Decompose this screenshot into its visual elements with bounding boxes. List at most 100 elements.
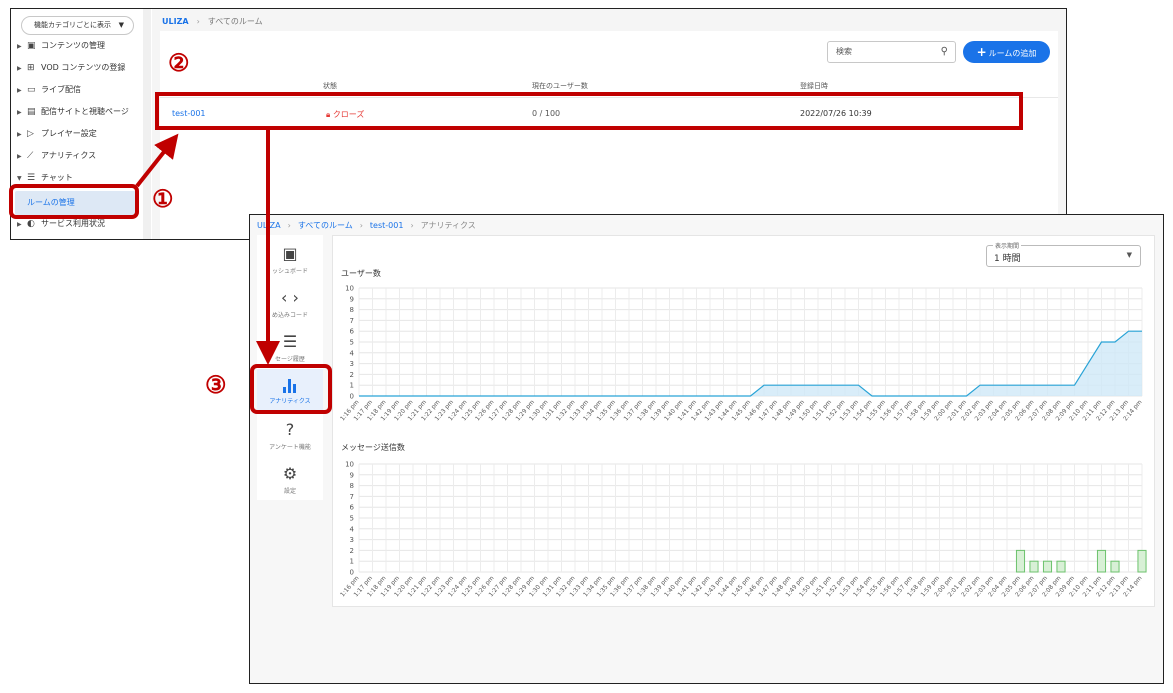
y-tick-label: 10 [345, 461, 354, 469]
message-bar [1029, 560, 1039, 573]
message-bar [1096, 549, 1107, 573]
sidebar-item-sites[interactable]: ▶ ▤ 配信サイトと視聴ページ [17, 103, 141, 121]
breadcrumb-current: アナリティクス [420, 221, 476, 230]
registered-date: 2022/07/26 10:39 [800, 109, 872, 118]
room-name-link[interactable]: test-001 [172, 109, 206, 118]
y-tick-label: 6 [350, 504, 355, 512]
y-tick-label: 2 [350, 371, 354, 379]
current-users: 0 / 100 [532, 109, 561, 118]
room-nav-label: ッシュボード [271, 268, 308, 275]
chevron-right-icon: › [359, 221, 363, 230]
expand-icon: ▶ [17, 43, 22, 50]
status-text: クローズ [332, 110, 365, 119]
expand-icon: ▶ [17, 131, 22, 138]
gear-icon: ⚙ [282, 464, 298, 483]
charts-svg: 0123456789101:16 pm1:17 pm1:18 pm1:19 pm… [339, 285, 1147, 598]
player-icon: ▷ [27, 129, 34, 139]
room-nav-messages[interactable]: ☰ セージ履歴 [257, 327, 323, 371]
y-tick-label: 1 [350, 558, 354, 566]
vod-icon: ⊞ [27, 63, 35, 73]
analytics-icon: ⟋ [27, 151, 34, 161]
sidebar-item-analytics[interactable]: ▶ ⟋ アナリティクス [17, 147, 141, 165]
sidebar-item-content[interactable]: ▶ ▣ コンテンツの管理 [17, 37, 141, 55]
sidebar-scrollbar[interactable] [143, 9, 151, 239]
message-bar [1137, 549, 1147, 573]
sidebar-item-room-management[interactable]: ルームの管理 [15, 191, 139, 215]
add-room-label: ルームの追加 [988, 49, 1037, 58]
sidebar-item-usage[interactable]: ▶ ◐ サービス利用状況 [17, 215, 141, 233]
expand-icon: ▶ [17, 221, 22, 228]
y-tick-label: 4 [350, 525, 355, 533]
y-tick-label: 7 [350, 317, 354, 325]
sidebar-item-label: コンテンツの管理 [41, 41, 105, 50]
message-bar [1056, 560, 1066, 573]
sidebar-item-chat[interactable]: ▼ ☰ チャット [17, 169, 141, 187]
y-tick-label: 4 [350, 349, 355, 357]
breadcrumb: ULIZA › すべてのルーム [162, 16, 263, 27]
sidebar-item-label: プレイヤー設定 [41, 129, 97, 138]
y-tick-label: 10 [345, 285, 354, 293]
room-nav-label: 設定 [283, 488, 296, 495]
y-tick-label: 9 [350, 295, 354, 303]
room-sidebar: ▣ ッシュボード ‹ › め込みコード ☰ セージ履歴 アナリティクス ? アン… [257, 235, 323, 500]
room-nav-label: アンケート機能 [269, 444, 311, 451]
main-sidebar: 機能カテゴリごとに表示 ▼ ▶ ▣ コンテンツの管理 ▶ ⊞ VOD コンテンツの登録 … [11, 9, 151, 239]
message-icon: ☰ [282, 332, 298, 351]
breadcrumb-root[interactable]: ULIZA [162, 17, 189, 26]
room-nav-settings[interactable]: ⚙ 設定 [257, 459, 323, 503]
expand-icon: ▶ [17, 87, 22, 94]
chevron-right-icon: › [410, 221, 414, 230]
y-tick-label: 6 [350, 328, 355, 336]
y-tick-label: 8 [350, 306, 354, 314]
sidebar-item-label: 配信サイトと視聴ページ [41, 107, 129, 116]
message-bar [1042, 560, 1053, 573]
y-tick-label: 5 [350, 339, 354, 347]
breadcrumb-current: すべてのルーム [207, 17, 263, 26]
column-header-users: 現在のユーザー数 [532, 82, 588, 90]
usage-icon: ◐ [27, 219, 35, 229]
y-tick-label: 0 [350, 569, 354, 577]
table-row[interactable] [160, 97, 1058, 129]
breadcrumb-room[interactable]: test-001 [370, 221, 404, 230]
column-header-registered: 登録日時 [800, 82, 828, 90]
annotation-number-3: ③ [205, 370, 227, 399]
chevron-down-icon: ▼ [118, 21, 124, 29]
add-room-button[interactable]: + ルームの追加 [963, 41, 1050, 63]
annotation-number-1: ① [152, 184, 174, 213]
sidebar-item-label: アナリティクス [41, 151, 97, 160]
column-header-status: 状態 [323, 82, 337, 90]
content-icon: ▣ [27, 41, 36, 51]
room-nav-survey[interactable]: ? アンケート機能 [257, 415, 323, 459]
y-tick-label: 1 [350, 382, 354, 390]
sidebar-item-label: チャット [41, 173, 73, 182]
analytics-card: 表示期間 1 時間 ▼ ユーザー数 メッセージ送信数 0 1 2 3 4 5 6 7 8 9 10 1… [332, 235, 1155, 607]
lock-icon: 🔒︎ [326, 110, 333, 119]
chat-icon: ☰ [27, 173, 36, 183]
sidebar-item-player[interactable]: ▶ ▷ プレイヤー設定 [17, 125, 141, 143]
y-tick-label: 5 [350, 515, 354, 523]
room-nav-label: め込みコード [271, 312, 308, 319]
room-nav-label: セージ履歴 [275, 356, 305, 363]
sidebar-item-vod[interactable]: ▶ ⊞ VOD コンテンツの登録 [17, 59, 141, 77]
expand-icon: ▶ [17, 65, 22, 72]
y-tick-label: 7 [350, 493, 354, 501]
room-nav-dashboard[interactable]: ▣ ッシュボード [257, 239, 323, 283]
camera-icon: ▭ [27, 85, 36, 95]
annotation-number-2: ② [168, 48, 190, 77]
category-select[interactable]: 機能カテゴリごとに表示 ▼ [21, 16, 134, 35]
search-icon: ⚲ [940, 46, 948, 57]
expand-icon: ▶ [17, 109, 22, 116]
room-nav-embed[interactable]: ‹ › め込みコード [257, 283, 323, 327]
dashboard-icon: ▣ [282, 244, 298, 263]
sidebar-item-label: VOD コンテンツの登録 [41, 63, 126, 72]
search-input[interactable]: 検索 ⚲ [827, 41, 956, 63]
y-tick-label: 3 [350, 360, 354, 368]
room-nav-analytics[interactable]: アナリティクス [257, 369, 323, 413]
y-tick-label: 3 [350, 536, 354, 544]
chevron-right-icon: › [287, 221, 291, 230]
sidebar-item-live[interactable]: ▶ ▭ ライブ配信 [17, 81, 141, 99]
bar-chart-icon [283, 379, 297, 393]
breadcrumb-root[interactable]: ULIZA [257, 221, 281, 230]
analytics-breadcrumb: ULIZA › すべてのルーム › test-001 › アナリティクス [257, 220, 476, 231]
breadcrumb-rooms[interactable]: すべてのルーム [298, 221, 353, 230]
